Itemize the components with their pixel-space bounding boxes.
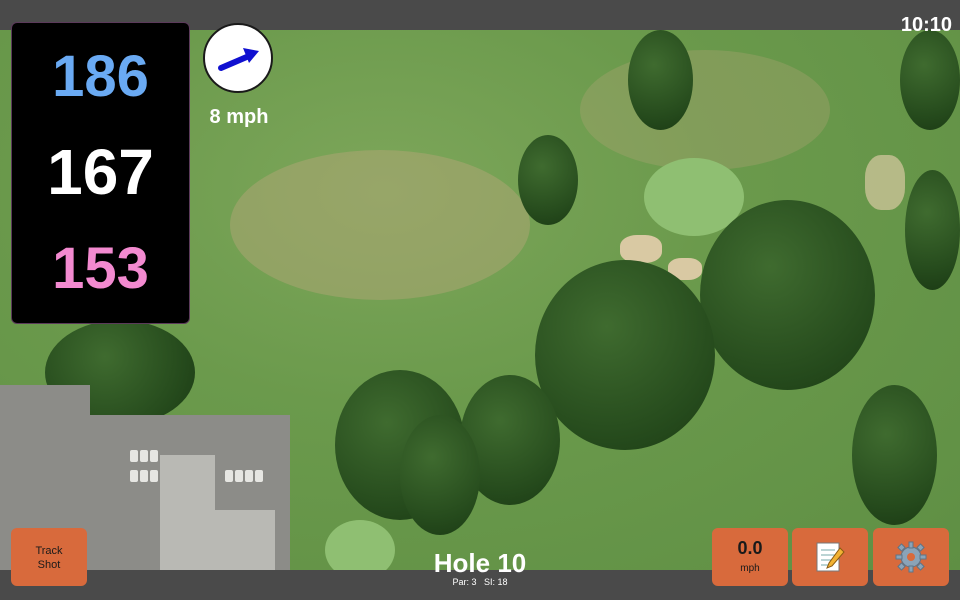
hole-info: Par: 3 SI: 18 (380, 577, 580, 587)
hole-title: Hole 10 (433, 548, 527, 578)
golf-cart (150, 450, 158, 462)
wind-arrow-icon (218, 48, 259, 71)
rough-patch (580, 50, 830, 170)
tree (900, 30, 960, 130)
golf-cart (140, 450, 148, 462)
bunker (620, 235, 662, 263)
golf-cart (225, 470, 233, 482)
golf-cart (130, 470, 138, 482)
tree (535, 260, 715, 450)
notepad-icon (816, 542, 845, 572)
golf-cart (235, 470, 243, 482)
gear-icon (895, 541, 927, 573)
tree (400, 415, 480, 535)
hole-stroke-index: SI: 18 (484, 577, 508, 587)
golf-cart (140, 470, 148, 482)
golf-cart (245, 470, 253, 482)
notes-button[interactable] (792, 528, 868, 586)
building (160, 455, 215, 510)
wind-indicator (203, 23, 273, 93)
tree (905, 170, 960, 290)
distance-front: 153 (52, 236, 149, 301)
golf-cart (255, 470, 263, 482)
tree (628, 30, 693, 130)
hole-par: Par: 3 (452, 577, 477, 587)
speed-unit: mph (740, 563, 760, 574)
distance-middle: 167 (47, 136, 154, 208)
clock: 10:10 (900, 14, 952, 36)
bunker (865, 155, 905, 210)
golf-cart (130, 450, 138, 462)
settings-button[interactable] (873, 528, 949, 586)
rough-patch (230, 150, 530, 300)
wind-speed-label: 8 mph (209, 106, 269, 128)
building (160, 510, 275, 570)
distance-back: 186 (52, 44, 149, 109)
distance-panel: 186 167 153 (11, 22, 190, 324)
tree (518, 135, 578, 225)
golf-cart (150, 470, 158, 482)
track-shot-button[interactable]: Track Shot (11, 528, 87, 586)
tree (852, 385, 937, 525)
speed-button[interactable]: 0.0 mph (712, 528, 788, 586)
tree (700, 200, 875, 390)
speed-value: 0.0 (737, 538, 763, 558)
